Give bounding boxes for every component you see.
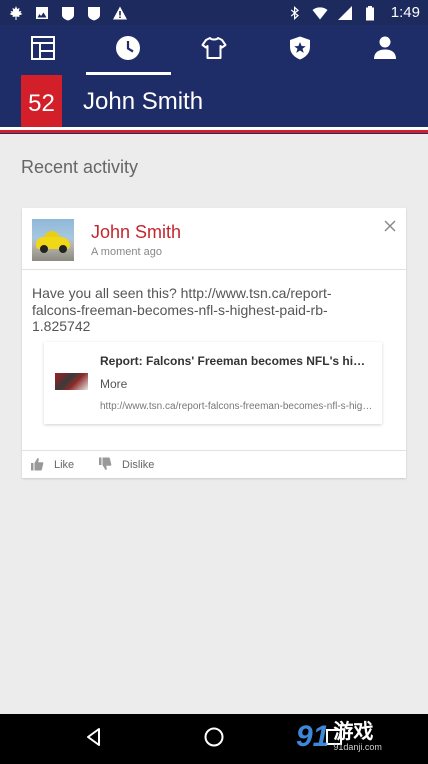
back-triangle-icon [83,726,105,753]
battery-icon [362,5,378,21]
card-header: John Smith A moment ago [22,208,406,270]
signal-icon [337,5,353,21]
link-preview[interactable]: Report: Falcons' Freeman becomes NFL's h… [44,342,382,424]
link-preview-url[interactable]: http://www.tsn.ca/report-falcons-freeman… [100,401,374,412]
thumbs-down-icon [98,457,112,474]
section-title: Recent activity [21,157,139,177]
status-bar: 1:49 [0,0,428,25]
activity-card: John Smith A moment ago Have you all see… [22,208,406,478]
card-actions: Like Dislike [22,450,406,478]
recents-button[interactable] [304,714,364,764]
link-preview-title[interactable]: Report: Falcons' Freeman becomes NFL's h… [100,354,372,368]
tab-team[interactable] [257,25,343,75]
dismiss-button[interactable] [380,218,400,238]
tab-profile[interactable] [342,25,428,75]
badge-star-icon [287,35,313,66]
home-circle-icon [203,726,225,753]
dashboard-icon [30,35,56,66]
jersey-icon [201,35,227,66]
player-number-badge: 52 [21,75,62,132]
post-timestamp: A moment ago [91,246,162,258]
image-icon [34,5,50,21]
post-text: Have you all seen this? http://www.tsn.c… [32,285,332,334]
recents-square-icon [323,726,345,753]
home-button[interactable] [184,714,244,764]
tab-roster[interactable] [171,25,257,75]
top-nav-tabs [0,25,428,75]
avatar-car-wheel [59,245,67,253]
nfl-icon [86,5,102,21]
maple-leaf-icon [8,5,24,21]
dislike-button[interactable]: Dislike [98,451,154,479]
tab-activity[interactable] [85,25,172,75]
dislike-label: Dislike [122,459,155,471]
status-left-icons [8,5,128,21]
like-button[interactable]: Like [30,451,74,479]
status-time: 1:49 [390,4,420,21]
back-button[interactable] [64,714,124,764]
player-name: John Smith [83,88,204,115]
link-preview-more[interactable]: More [100,377,127,391]
thumbs-up-icon [30,457,44,474]
clock-icon [115,35,141,66]
like-label: Like [54,459,75,471]
bluetooth-icon [287,5,303,21]
tab-dashboard[interactable] [0,25,86,75]
status-right-icons: 1:49 [287,4,420,21]
system-nav-bar [0,714,428,764]
warning-icon [112,5,128,21]
header-stripe-red [0,130,428,133]
link-preview-thumbnail [55,373,88,390]
person-icon [372,35,398,66]
avatar[interactable] [32,219,74,261]
nfl-icon [60,5,76,21]
post-author[interactable]: John Smith [91,222,181,243]
wifi-icon [312,5,328,21]
avatar-car-wheel [40,245,48,253]
app-bar: 52 John Smith [0,25,428,134]
close-icon [384,219,396,237]
